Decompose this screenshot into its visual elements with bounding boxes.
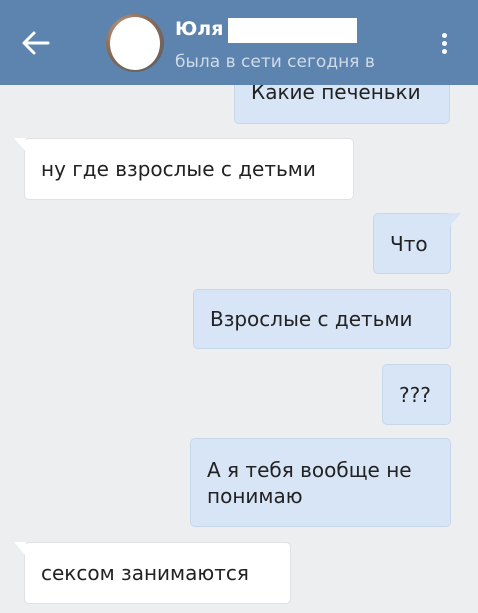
message-incoming[interactable]: сексом занимаются	[14, 542, 291, 604]
contact-status: была в сети сегодня в	[175, 52, 375, 72]
message-outgoing[interactable]: Взрослые с детьми	[193, 289, 451, 349]
message-outgoing[interactable]: А я тебя вообще не понимаю	[190, 438, 451, 527]
chat-header: Юля была в сети сегодня в	[0, 0, 478, 85]
avatar-redaction	[110, 17, 160, 70]
bubble-tail	[14, 542, 26, 556]
message-text: ну где взрослые с детьми	[41, 157, 316, 181]
message-incoming[interactable]: ну где взрослые с детьми	[14, 138, 354, 200]
more-vertical-icon	[442, 33, 447, 38]
avatar[interactable]	[106, 14, 164, 72]
arrow-left-icon	[22, 31, 50, 55]
message-text: Взрослые с детьми	[210, 307, 413, 331]
message-text: сексом занимаются	[41, 561, 249, 585]
bubble-tail	[449, 213, 461, 227]
menu-dot	[442, 41, 447, 46]
menu-button[interactable]	[432, 26, 458, 60]
message-text: А я тебя вообще не понимаю	[207, 457, 412, 508]
contact-name[interactable]: Юля	[175, 17, 223, 41]
bubble-tail	[14, 138, 26, 152]
message-outgoing[interactable]: Что	[373, 213, 461, 274]
menu-dot	[442, 49, 447, 54]
message-text: Что	[390, 231, 428, 256]
message-outgoing[interactable]: ???	[382, 364, 451, 425]
back-button[interactable]	[18, 28, 52, 58]
message-text: ???	[399, 382, 431, 407]
name-redaction	[228, 18, 357, 43]
